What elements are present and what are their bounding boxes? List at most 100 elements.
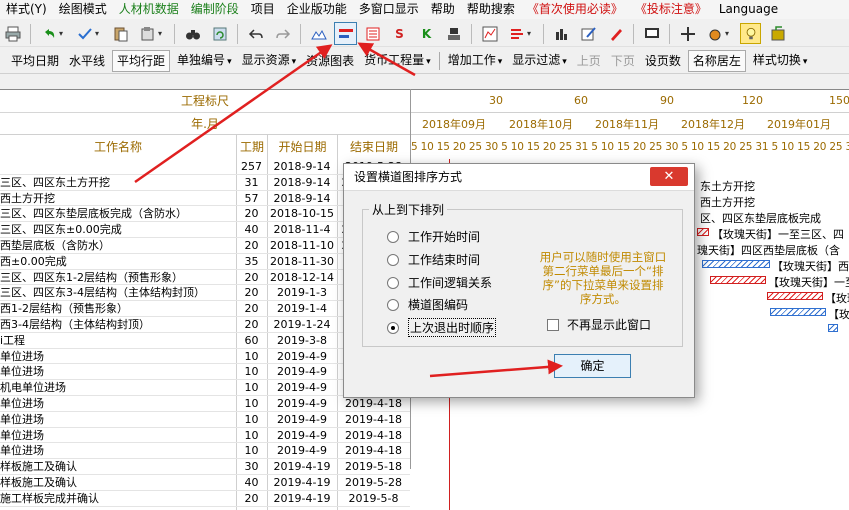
chevron-down-icon[interactable]: ▾ [158,29,166,38]
menu-draw-mode[interactable]: 绘图模式 [53,0,113,19]
radio-button[interactable] [387,230,399,243]
tb-add-work[interactable]: 增加工作 ▾ [443,49,508,73]
ok-button[interactable]: 确定 [554,354,631,378]
checkbox[interactable] [547,318,559,331]
scale-header: 工程标尺 [180,94,229,108]
alarm-icon[interactable] [704,23,725,44]
col-header-start[interactable]: 开始日期 [267,134,337,159]
chevron-down-icon[interactable]: ▾ [95,29,103,38]
table-row[interactable]: 单位进场 10 2019-4-9 2019-4-18 [0,443,410,460]
tb-show-filter[interactable]: 显示过滤 ▾ [507,49,572,73]
menu-project[interactable]: 项目 [245,0,281,19]
gantt-bar[interactable] [770,308,826,316]
column-headers: 工作名称 工期 开始日期 结束日期 [0,134,410,159]
k-icon[interactable]: K [416,23,437,44]
menu-resources[interactable]: 人材机数据 [113,0,185,19]
paste-icon[interactable] [137,23,158,44]
table-row[interactable]: 样板施工及确认 40 2019-4-19 2019-5-28 [0,475,410,491]
bar-chart-icon[interactable] [551,23,572,44]
start-date-cell: 2018-9-14 [273,191,331,205]
chevron-down-icon[interactable]: ▾ [725,29,733,38]
menu-enterprise[interactable]: 企业版功能 [281,0,353,19]
undo-arrow-icon[interactable] [245,23,266,44]
hint-text: 用户可以随时使用主窗口第二行菜单最后一个“排序”的下拉菜单来设置排序方式。 [539,250,667,306]
close-button[interactable]: ✕ [650,167,688,186]
radio-logic[interactable]: 工作间逻辑关系 [387,274,492,291]
menu-first-use[interactable]: 《首次使用必读》 [521,0,629,19]
tb-prev-page[interactable]: 上页 [572,50,606,72]
paste-icon[interactable] [110,23,131,44]
chevron-down-icon[interactable]: ▾ [527,29,535,38]
list-icon[interactable] [362,23,383,44]
chevron-down-icon: ▾ [291,57,297,67]
tb-horizontal-line[interactable]: 水平线 [64,50,110,72]
table-row[interactable]: 施工样板完成并确认 20 2019-4-19 2019-5-8 [0,491,410,507]
duration-cell: 10 [244,349,259,363]
gantt-bar[interactable] [710,276,766,284]
gantt-bar[interactable] [702,260,770,268]
col-header-name[interactable]: 工作名称 [0,134,236,159]
tb-next-page[interactable]: 下页 [606,50,640,72]
chart-icon[interactable] [479,23,500,44]
checkbox-label: 不再显示此窗口 [567,318,652,332]
duration-cell: 10 [244,444,259,458]
dont-show-again[interactable]: 不再显示此窗口 [547,316,651,333]
timescale: 30 60 90 120 150 2018年09月 2018年10月 2018年… [411,90,849,160]
menu-help[interactable]: 帮助 [425,0,461,19]
menu-help-search[interactable]: 帮助搜索 [461,0,521,19]
col-header-end[interactable]: 结束日期 [337,134,410,159]
check-icon[interactable] [74,23,95,44]
tb-even-spacing[interactable]: 平均行距 [112,50,171,72]
export-icon[interactable] [767,23,788,44]
radio-button[interactable] [387,253,399,266]
pen-icon[interactable] [605,23,626,44]
stamp-icon[interactable] [443,23,464,44]
radio-bar-code[interactable]: 横道图编码 [387,296,468,313]
task-name-cell: 样板施工及确认 [0,475,77,489]
table-row[interactable]: 单位进场 10 2019-4-9 2019-4-18 [0,428,410,444]
tb-currency-quantity[interactable]: 货币工程量 ▾ [359,49,436,73]
tb-name-left[interactable]: 名称居左 [687,50,746,72]
dialog-title: 设置横道图排序方式 [354,170,463,184]
tb-single-number[interactable]: 单独编号 ▾ [172,49,237,73]
gantt-bar[interactable] [697,228,709,236]
table-row[interactable]: 单位进场 10 2019-4-9 2019-4-18 [0,396,410,412]
radio-start-time[interactable]: 工作开始时间 [387,228,480,245]
radio-end-time[interactable]: 工作结束时间 [387,251,480,268]
layout-icon[interactable] [506,23,527,44]
undo-icon[interactable] [38,23,59,44]
table-row[interactable]: 样板施工及确认 30 2019-4-19 2019-5-18 [0,459,410,475]
radio-label: 工作间逻辑关系 [408,276,493,290]
chevron-down-icon[interactable]: ▾ [59,29,67,38]
monitor-icon[interactable] [641,23,662,44]
radio-button[interactable] [387,298,399,311]
gantt-bar[interactable] [828,324,838,332]
tb-resource-chart[interactable]: 资源图表 [301,50,359,72]
tb-even-date[interactable]: 平均日期 [6,50,64,72]
menu-language[interactable]: Language [713,0,784,19]
menu-bid-notice[interactable]: 《投标注意》 [629,0,713,19]
radio-button[interactable] [387,276,399,289]
tb-show-resources[interactable]: 显示资源 ▾ [237,49,302,73]
image-refresh-icon[interactable] [209,23,230,44]
tb-style-switch[interactable]: 样式切换 ▾ [748,49,813,73]
col-header-duration[interactable]: 工期 [236,134,267,159]
menu-multi-window[interactable]: 多窗口显示 [353,0,425,19]
print-icon[interactable] [2,23,23,44]
gantt-mountain-icon[interactable] [308,23,329,44]
menu-stage[interactable]: 编制阶段 [185,0,245,19]
s-icon[interactable]: S [389,23,410,44]
table-row[interactable]: 单位进场 10 2019-4-9 2019-4-18 [0,412,410,428]
dialog-title-bar[interactable]: 设置横道图排序方式 ✕ [344,164,694,191]
move-icon[interactable] [677,23,698,44]
redo-arrow-icon[interactable] [272,23,293,44]
gantt-bar[interactable] [767,292,823,300]
bulb-icon[interactable] [740,23,761,44]
tb-set-pages[interactable]: 设页数 [640,50,686,72]
radio-button[interactable] [387,321,399,334]
binoculars-icon[interactable] [182,23,203,44]
radio-last-order[interactable]: 上次退出时顺序 [387,318,497,337]
edit-icon[interactable] [578,23,599,44]
menu-style[interactable]: 样式(Y) [0,0,53,19]
sort-bars-icon[interactable] [334,22,357,45]
